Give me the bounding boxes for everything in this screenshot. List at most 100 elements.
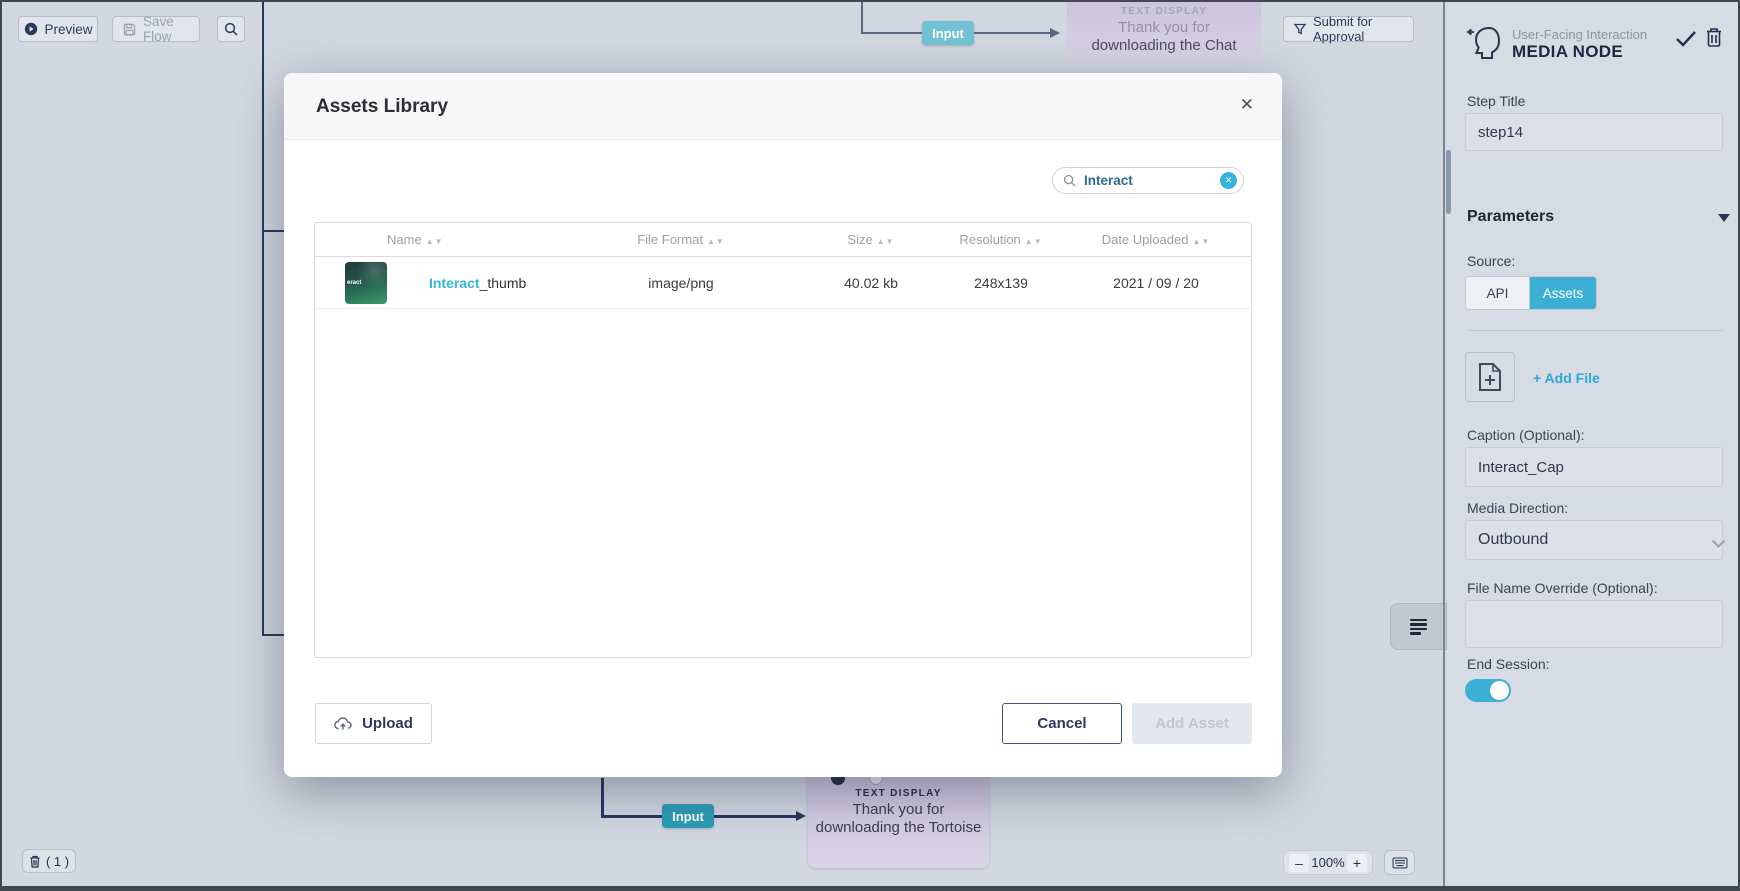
- asset-name-highlight: Interact: [429, 275, 480, 291]
- text-display-node-chat[interactable]: TEXT DISPLAY Thank you for downloading t…: [1067, 0, 1261, 62]
- sidebar-scrollbar-thumb[interactable]: [1446, 150, 1451, 214]
- section-divider: [1467, 330, 1723, 331]
- node-type-label: TEXT DISPLAY: [808, 788, 989, 799]
- cancel-button[interactable]: Cancel: [1002, 703, 1122, 744]
- parameters-heading: Parameters: [1467, 208, 1554, 226]
- align-left-icon: [1410, 617, 1427, 637]
- source-segmented-control: API Assets: [1465, 276, 1597, 310]
- column-header-resolution[interactable]: Resolution▲▼: [941, 232, 1061, 247]
- panel-collapse-button[interactable]: [1390, 603, 1447, 650]
- table-row[interactable]: eract Interact_thumb image/png 40.02 kb …: [315, 257, 1251, 309]
- play-icon: [24, 22, 38, 36]
- trash-icon[interactable]: [1705, 27, 1723, 52]
- input-badge-bottom[interactable]: Input: [662, 804, 714, 828]
- end-session-toggle[interactable]: [1465, 679, 1511, 702]
- node-text-line: downloading the Chat: [1067, 37, 1261, 55]
- thumbnail-text: eract: [347, 280, 361, 286]
- collapse-caret-icon[interactable]: [1718, 214, 1730, 222]
- cloud-upload-icon: [334, 716, 352, 731]
- input-badge-top[interactable]: Input: [922, 21, 974, 45]
- add-file-button[interactable]: + Add File: [1533, 370, 1600, 386]
- node-properties-panel: User-Facing Interaction MEDIA NODE Step …: [1447, 0, 1740, 891]
- trash-icon: [29, 855, 41, 868]
- asset-thumbnail: eract: [345, 262, 387, 304]
- search-icon: [224, 22, 238, 36]
- close-icon[interactable]: ✕: [1240, 95, 1254, 115]
- caption-input[interactable]: Interact_Cap: [1465, 447, 1723, 487]
- asset-resolution: 248x139: [941, 275, 1061, 291]
- upload-button[interactable]: Upload: [315, 703, 432, 744]
- source-option-assets[interactable]: Assets: [1530, 277, 1596, 309]
- media-direction-label: Media Direction:: [1467, 500, 1568, 516]
- trash-count-label: ( 1 ): [46, 854, 69, 869]
- node-text-line: downloading the Tortoise: [808, 819, 989, 837]
- save-flow-label: Save Flow: [143, 14, 189, 44]
- preview-button[interactable]: Preview: [18, 16, 98, 42]
- assets-table-header: Name▲▼ File Format▲▼ Size▲▼ Resolution▲▼…: [315, 223, 1251, 257]
- submit-for-approval-button[interactable]: Submit for Approval: [1283, 16, 1414, 42]
- clear-search-icon[interactable]: ✕: [1220, 172, 1237, 189]
- file-preview-box[interactable]: [1465, 352, 1515, 402]
- column-header-date[interactable]: Date Uploaded▲▼: [1061, 232, 1251, 247]
- chevron-down-icon: [1711, 535, 1726, 553]
- assets-table: Name▲▼ File Format▲▼ Size▲▼ Resolution▲▼…: [314, 222, 1252, 658]
- node-text-line: Thank you for: [1067, 19, 1261, 37]
- add-asset-button[interactable]: Add Asset: [1132, 703, 1252, 744]
- sort-icons[interactable]: ▲▼: [707, 237, 725, 246]
- head-icon: [1465, 24, 1507, 69]
- deleted-items-button[interactable]: ( 1 ): [22, 849, 76, 873]
- zoom-level: 100%: [1311, 855, 1344, 870]
- preview-label: Preview: [45, 22, 93, 37]
- canvas-search-button[interactable]: [217, 16, 245, 42]
- connector-top-vertical: [861, 0, 863, 34]
- media-direction-select[interactable]: Outbound: [1465, 520, 1723, 560]
- save-flow-button[interactable]: Save Flow: [112, 16, 200, 42]
- check-icon[interactable]: [1675, 30, 1697, 52]
- node-type-label: TEXT DISPLAY: [1067, 6, 1261, 17]
- keyboard-icon: [1392, 857, 1408, 869]
- sort-icons[interactable]: ▲▼: [426, 237, 444, 246]
- asset-size: 40.02 kb: [801, 275, 941, 291]
- asset-name[interactable]: Interact_thumb: [387, 275, 561, 291]
- asset-search-input[interactable]: [1082, 172, 1220, 189]
- connector-bottom-arrowhead: [796, 811, 806, 821]
- end-session-label: End Session:: [1467, 656, 1550, 672]
- column-header-size[interactable]: Size▲▼: [801, 232, 941, 247]
- asset-date: 2021 / 09 / 20: [1061, 275, 1251, 291]
- node-title: MEDIA NODE: [1512, 42, 1623, 62]
- step-title-label: Step Title: [1467, 93, 1525, 109]
- modal-title: Assets Library: [316, 96, 448, 118]
- asset-format: image/png: [561, 275, 801, 291]
- asset-name-rest: _thumb: [480, 275, 527, 291]
- toggle-knob: [1490, 681, 1509, 700]
- step-title-input[interactable]: step14: [1465, 113, 1723, 151]
- keyboard-shortcuts-button[interactable]: [1384, 850, 1415, 875]
- zoom-out-button[interactable]: –: [1289, 854, 1309, 872]
- sidebar-divider: [1443, 0, 1445, 891]
- save-icon: [123, 23, 136, 36]
- assets-library-modal: Assets Library ✕ ✕ Name▲▼ File Format▲▼ …: [284, 73, 1282, 777]
- file-override-label: File Name Override (Optional):: [1467, 580, 1658, 596]
- column-header-name[interactable]: Name▲▼: [387, 232, 561, 247]
- submit-label: Submit for Approval: [1313, 14, 1403, 44]
- source-option-api[interactable]: API: [1466, 277, 1530, 309]
- column-header-format[interactable]: File Format▲▼: [561, 232, 801, 247]
- node-text-line: Thank you for: [808, 801, 989, 819]
- search-icon: [1063, 174, 1076, 187]
- upload-label: Upload: [362, 715, 413, 732]
- sort-icons[interactable]: ▲▼: [877, 237, 895, 246]
- node-kind-label: User-Facing Interaction: [1512, 27, 1647, 42]
- app-window: Input Input TEXT DISPLAY Thank you for d…: [0, 0, 1740, 891]
- sort-icons[interactable]: ▲▼: [1192, 237, 1210, 246]
- zoom-control: – 100% +: [1283, 850, 1373, 875]
- file-override-input[interactable]: [1465, 600, 1723, 648]
- file-plus-icon: [1477, 362, 1503, 392]
- connector-main-vertical: [262, 0, 264, 636]
- source-label: Source:: [1467, 253, 1515, 269]
- connector-bottom-vertical: [601, 778, 604, 818]
- asset-search-box: ✕: [1052, 167, 1244, 194]
- sort-icons[interactable]: ▲▼: [1025, 237, 1043, 246]
- zoom-in-button[interactable]: +: [1347, 854, 1367, 872]
- caption-label: Caption (Optional):: [1467, 427, 1585, 443]
- connector-top-arrowhead: [1050, 28, 1060, 38]
